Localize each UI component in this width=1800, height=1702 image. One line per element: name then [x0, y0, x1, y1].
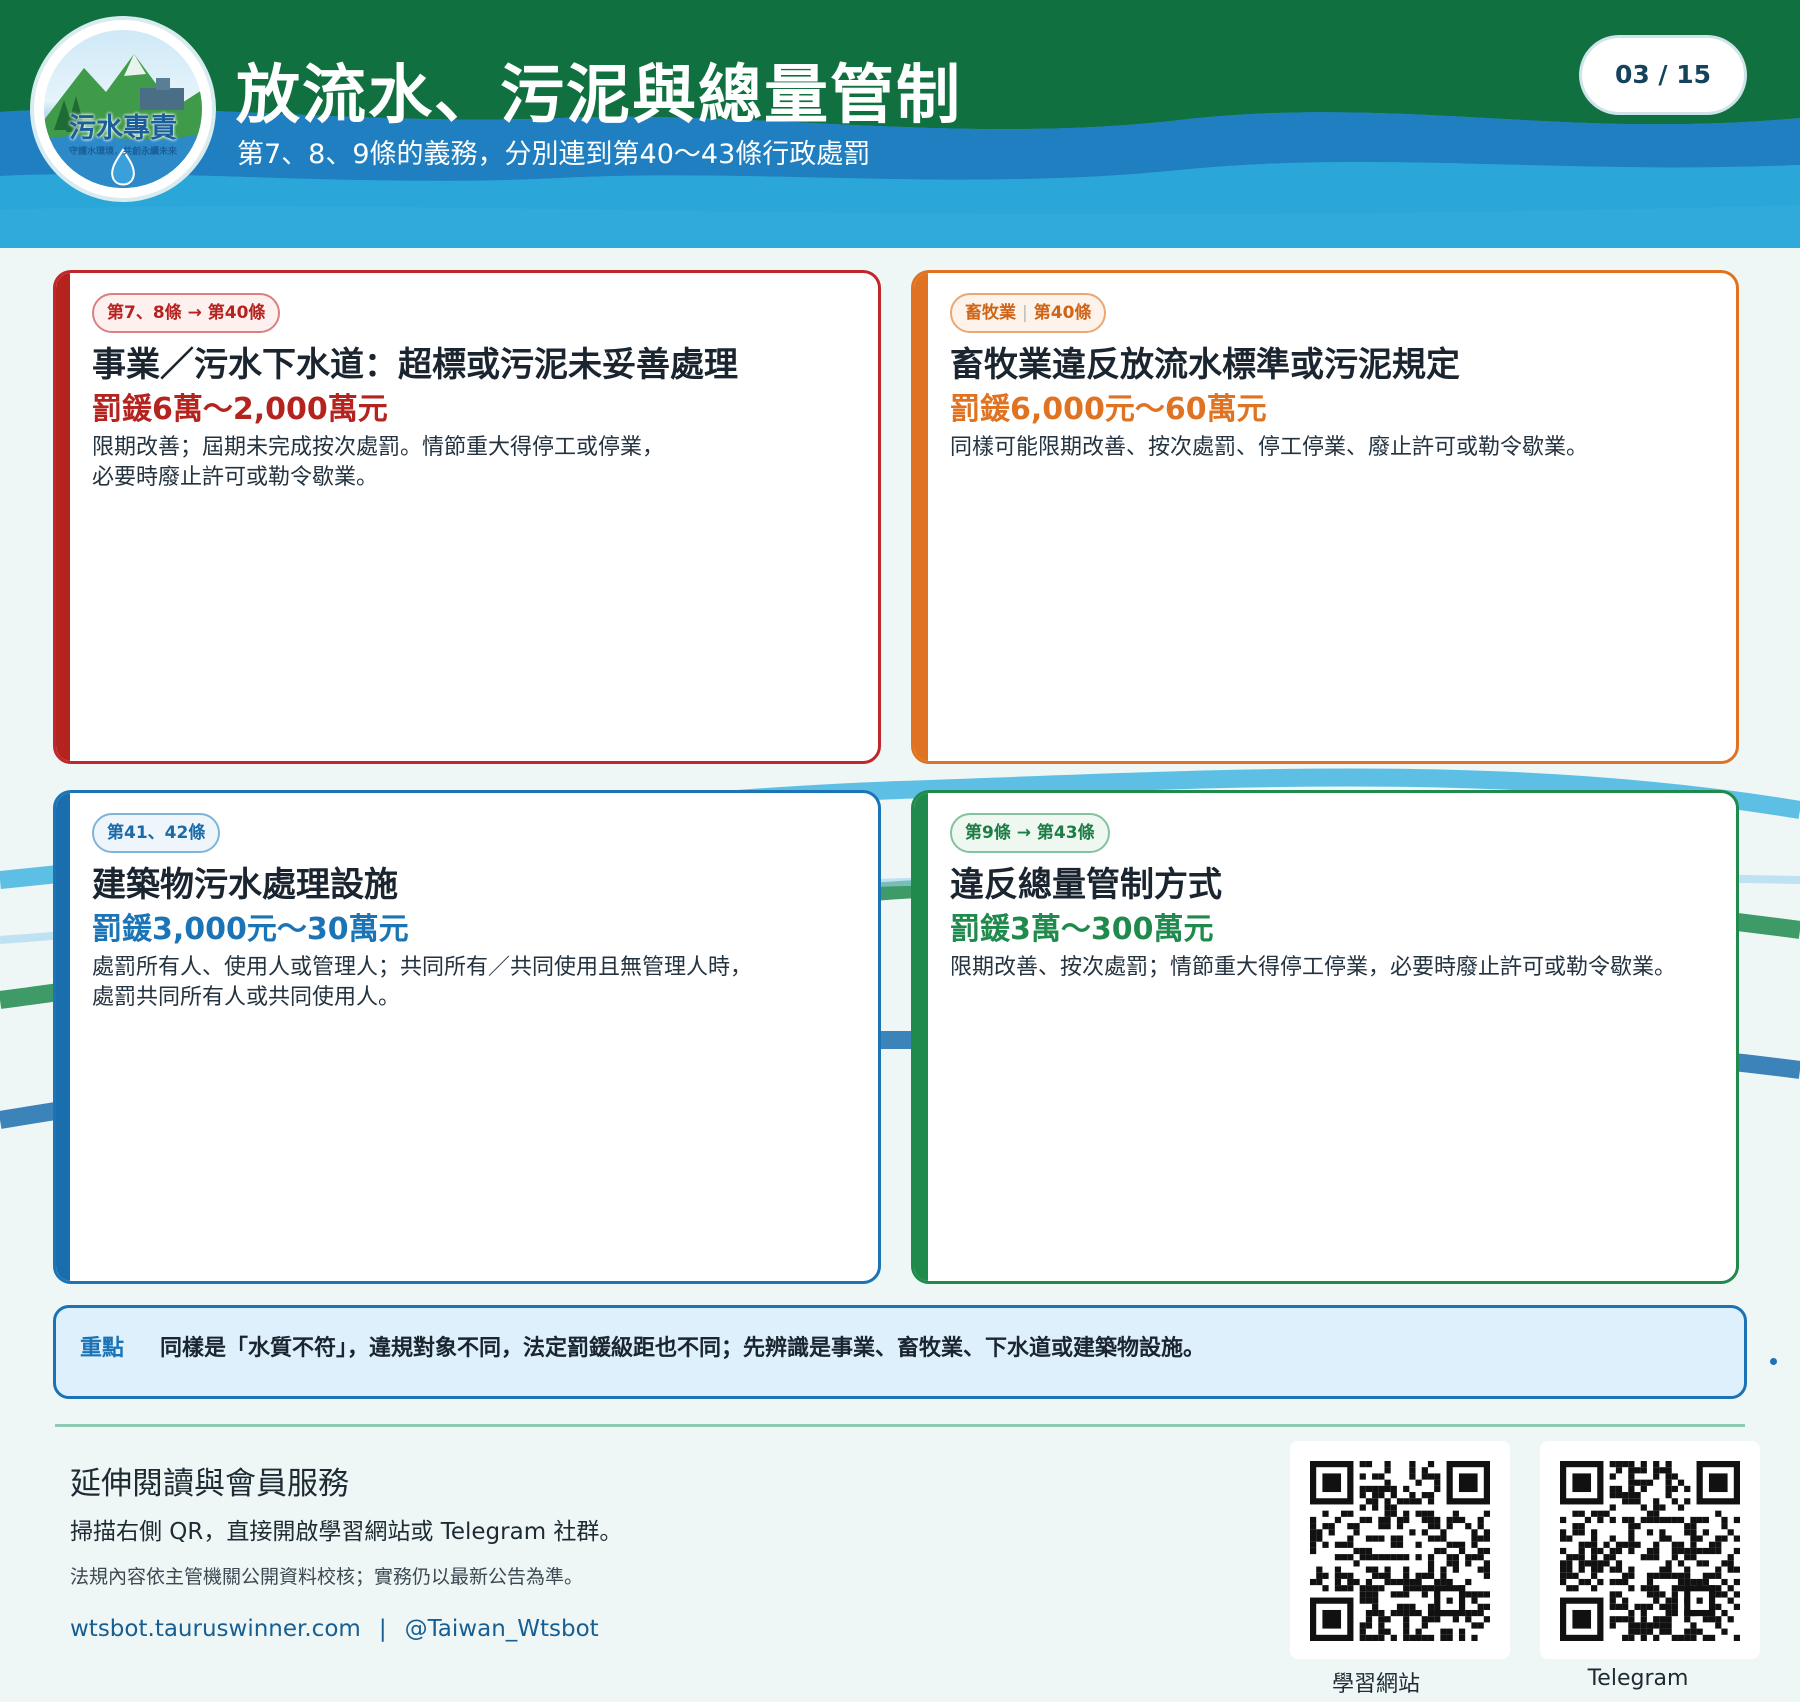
fine-range: 罰鍰6萬～2,000萬元 [92, 392, 388, 427]
penalty-card-building: 第41、42條 建築物污水處理設施 罰鍰3,000元～30萬元 處罰所有人、使用… [53, 790, 881, 1284]
qr-website[interactable] [1290, 1441, 1510, 1659]
penalty-card-business-sewer: 第7、8條 → 第40條 事業／污水下水道：超標或污泥未妥善處理 罰鍰6萬～2,… [53, 270, 881, 764]
qr-label-website: 學習網站 [1331, 1672, 1420, 1697]
brand-logo: 污水專責 守護水環境．共創永續未來 [34, 20, 212, 198]
footer-divider [55, 1424, 1745, 1427]
card-accent-bar [914, 273, 928, 761]
card-accent-bar [914, 793, 928, 1281]
card-description-line: 限期改善；屆期未完成按次處罰。情節重大得停工或停業， [92, 435, 665, 460]
article-tag: 第41、42條 [92, 813, 221, 853]
logo-title: 污水專責 [69, 113, 177, 144]
key-point-box: 重點 同樣是「水質不符」，違規對象不同，法定罰鍰級距也不同；先辨識是事業、畜牧業… [53, 1305, 1747, 1399]
card-description: 處罰所有人、使用人或管理人；共同所有／共同使用且無管理人時， 處罰共同所有人或共… [92, 953, 852, 1013]
card-accent-bar [56, 793, 70, 1281]
article-tag: 第9條 → 第43條 [950, 813, 1110, 853]
card-accent-bar [56, 273, 70, 761]
card-description-line: 處罰所有人、使用人或管理人；共同所有／共同使用且無管理人時， [92, 955, 753, 980]
penalty-card-total-control: 第9條 → 第43條 違反總量管制方式 罰鍰3萬～300萬元 限期改善、按次處罰… [911, 790, 1739, 1284]
card-title: 建築物污水處理設施 [92, 865, 398, 905]
page-subtitle: 第7、8、9條的義務，分別連到第40～43條行政處罰 [237, 139, 871, 170]
tag-article: 第40條 [1033, 303, 1092, 323]
article-tag: 第7、8條 → 第40條 [92, 293, 281, 333]
fine-range: 罰鍰6,000元～60萬元 [950, 392, 1267, 427]
qr-label-telegram: Telegram [1587, 1666, 1689, 1691]
footer-disclaimer: 法規內容依主管機關公開資料校核；實務仍以最新公告為準。 [70, 1566, 584, 1588]
key-point-text: 同樣是「水質不符」，違規對象不同，法定罰鍰級距也不同；先辨識是事業、畜牧業、下水… [160, 1336, 1206, 1361]
link-separator: | [378, 1616, 387, 1642]
page-title: 放流水、污泥與總量管制 [236, 59, 962, 133]
card-title: 違反總量管制方式 [950, 865, 1222, 905]
decorative-dot [1770, 1358, 1777, 1365]
footer-links: wtsbot.tauruswinner.com | @Taiwan_Wtsbot [70, 1616, 599, 1642]
card-description: 限期改善；屆期未完成按次處罰。情節重大得停工或停業， 必要時廢止許可或勒令歇業。 [92, 433, 852, 493]
tag-industry: 畜牧業 [965, 303, 1016, 323]
header-banner: 污水專責 守護水環境．共創永續未來 放流水、污泥與總量管制 第7、8、9條的義務… [0, 0, 1800, 248]
website-link[interactable]: wtsbot.tauruswinner.com [70, 1616, 361, 1642]
qr-code-icon [1310, 1461, 1490, 1641]
card-title: 事業／污水下水道：超標或污泥未妥善處理 [92, 345, 738, 385]
telegram-link[interactable]: @Taiwan_Wtsbot [405, 1616, 599, 1642]
footer-instruction: 掃描右側 QR，直接開啟學習網站或 Telegram 社群。 [70, 1519, 623, 1545]
fine-range: 罰鍰3,000元～30萬元 [92, 912, 409, 947]
footer-title: 延伸閱讀與會員服務 [70, 1466, 349, 1502]
qr-telegram[interactable] [1540, 1441, 1760, 1659]
card-description-line: 同樣可能限期改善、按次處罰、停工停業、廢止許可或勒令歇業。 [950, 435, 1589, 460]
penalty-card-livestock: 畜牧業 | 第40條 畜牧業違反放流水標準或污泥規定 罰鍰6,000元～60萬元 同… [911, 270, 1739, 764]
logo-tagline: 守護水環境．共創永續未來 [68, 147, 177, 157]
tag-separator: | [1022, 303, 1028, 323]
card-description: 同樣可能限期改善、按次處罰、停工停業、廢止許可或勒令歇業。 [950, 433, 1710, 463]
card-description-line: 處罰共同所有人或共同使用人。 [92, 985, 401, 1010]
fine-range: 罰鍰3萬～300萬元 [950, 912, 1214, 947]
key-point-label: 重點 [80, 1336, 125, 1361]
page-indicator: 03 / 15 [1582, 38, 1744, 112]
card-description: 限期改善、按次處罰；情節重大得停工停業，必要時廢止許可或勒令歇業。 [950, 953, 1710, 983]
card-description-line: 限期改善、按次處罰；情節重大得停工停業，必要時廢止許可或勒令歇業。 [950, 955, 1677, 980]
card-description-line: 必要時廢止許可或勒令歇業。 [92, 465, 379, 490]
qr-code-icon [1560, 1461, 1740, 1641]
article-tag: 畜牧業 | 第40條 [950, 293, 1107, 333]
card-title: 畜牧業違反放流水標準或污泥規定 [950, 345, 1460, 385]
